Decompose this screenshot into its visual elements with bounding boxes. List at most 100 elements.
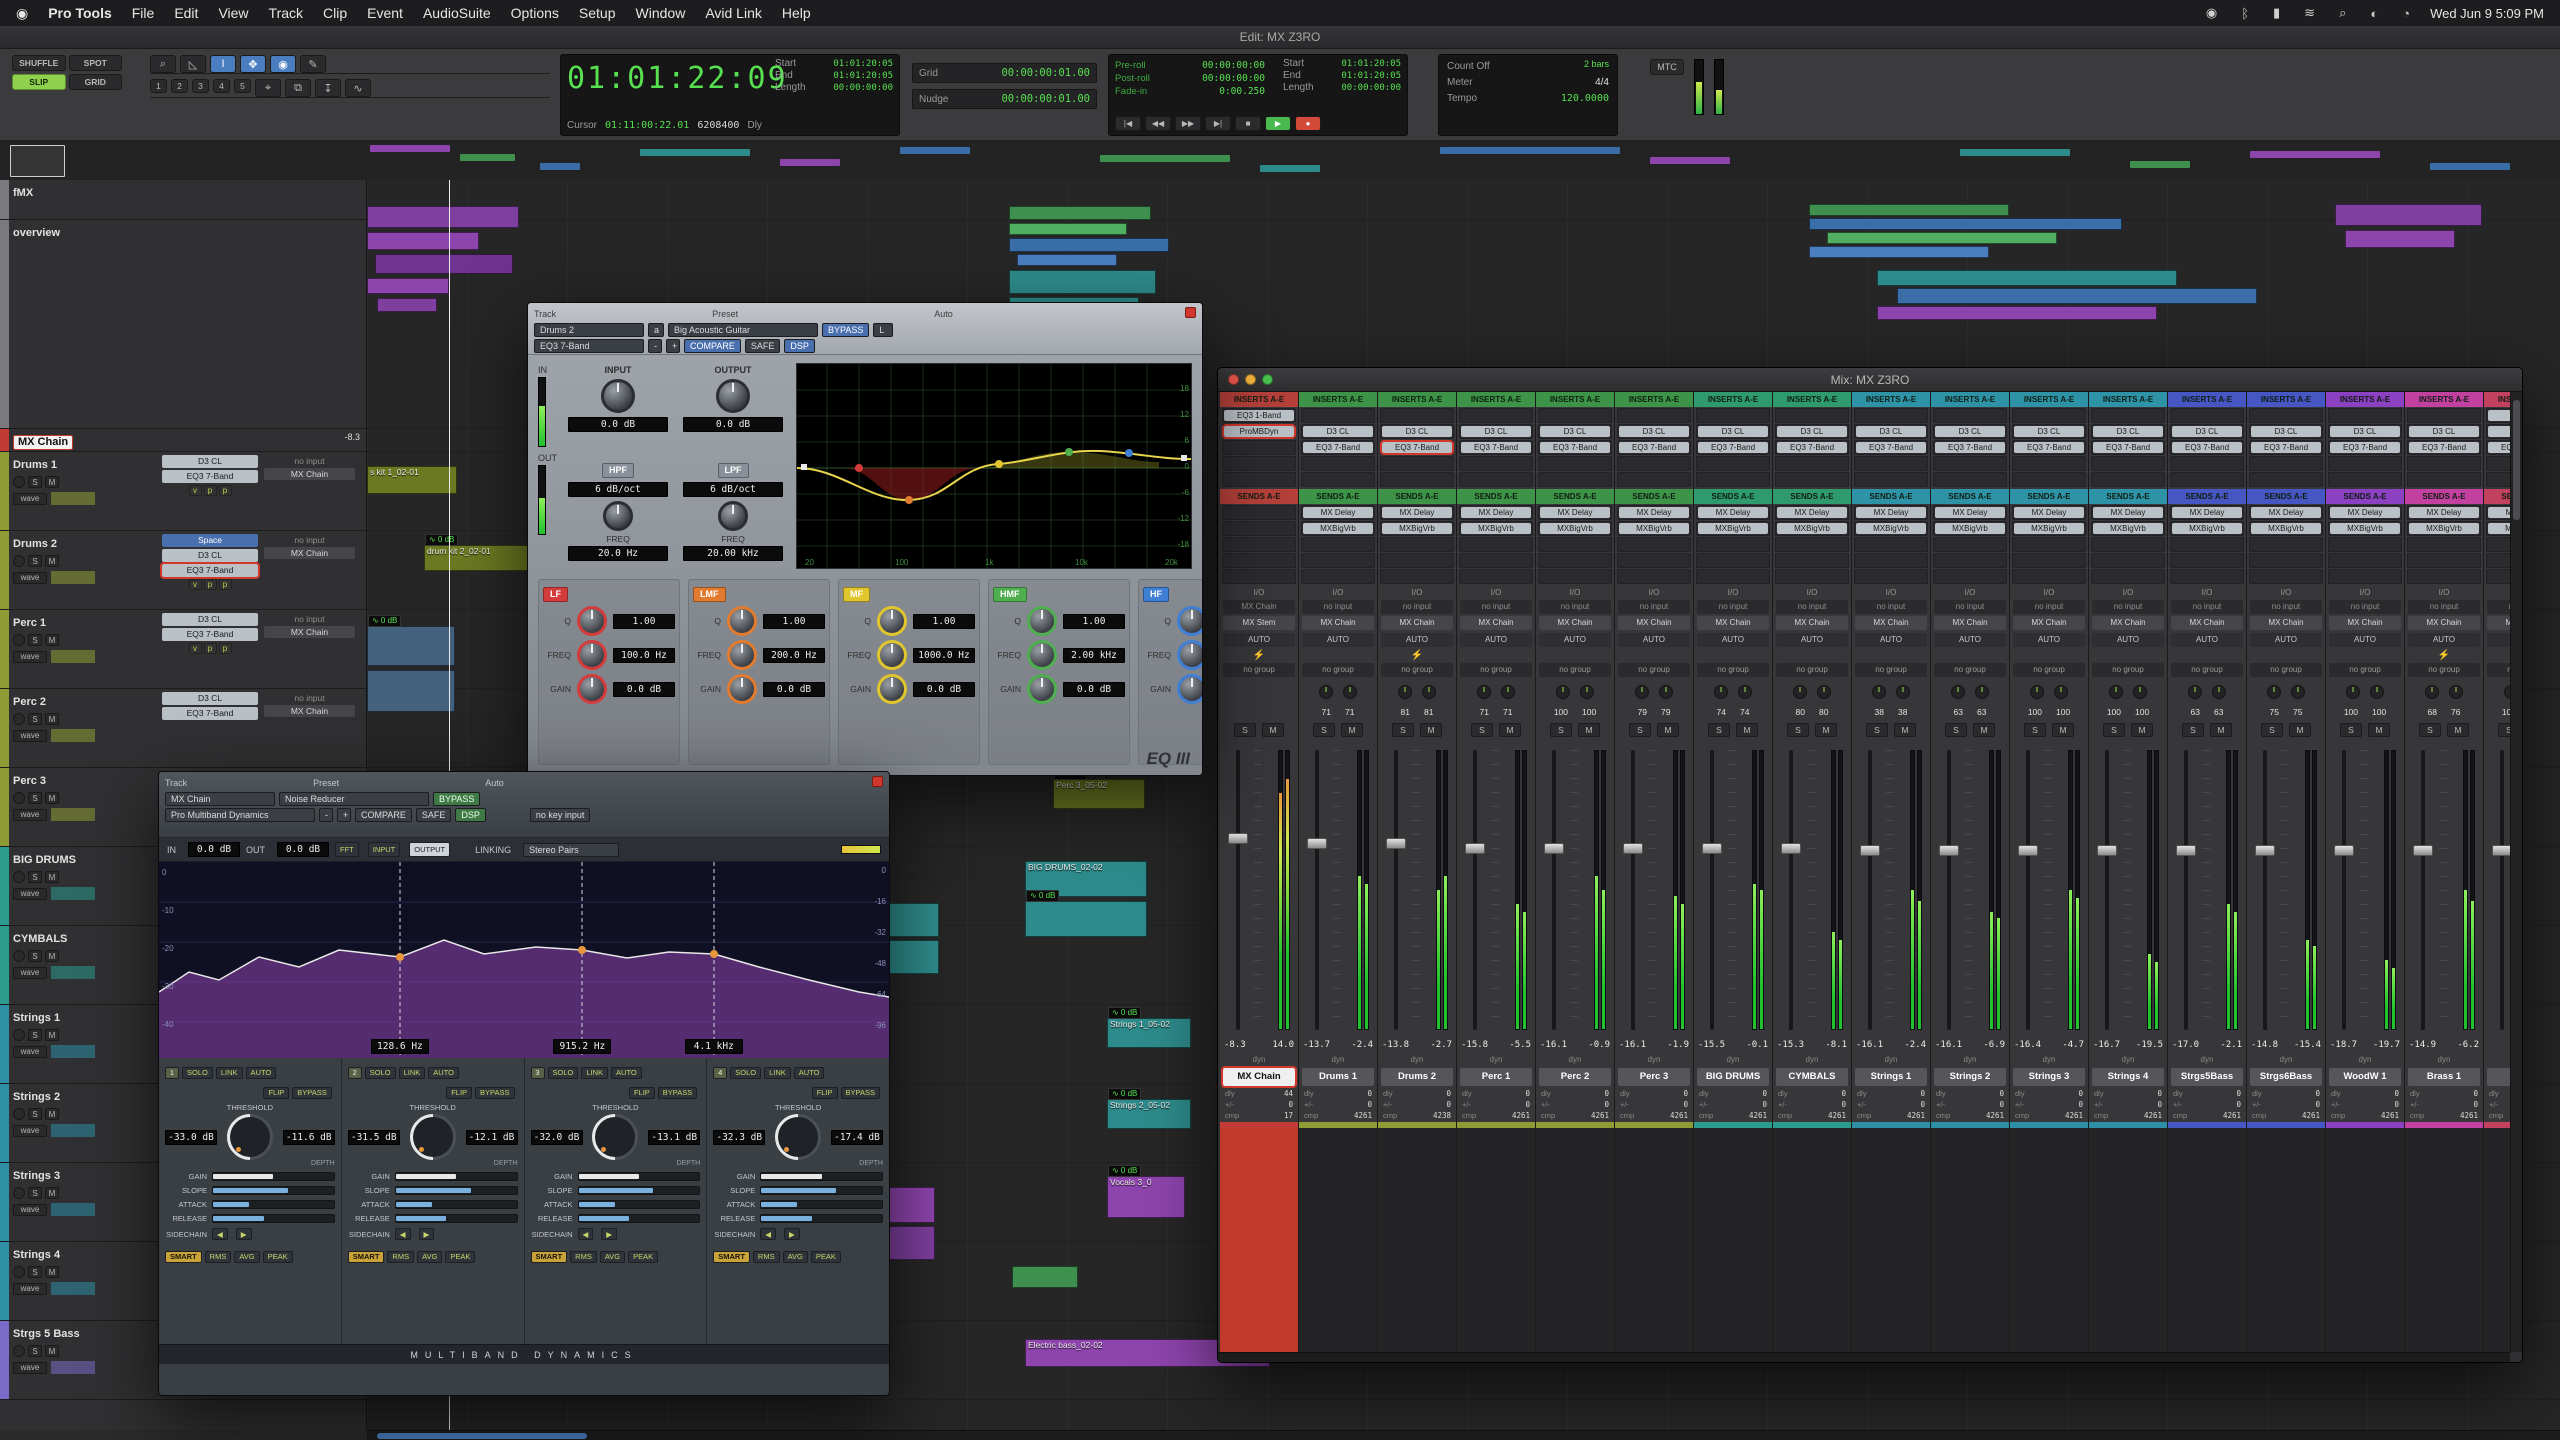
insert-d3-cl[interactable]: D3 CL: [1303, 426, 1373, 437]
insert-slot[interactable]: [2249, 456, 2323, 471]
send-mx-delay[interactable]: MX Delay: [1935, 507, 2005, 518]
insert-slot[interactable]: EQ3 1-Band: [1222, 408, 1296, 423]
count-off-label[interactable]: Count Off: [1447, 59, 1490, 75]
insert-eq3-7-band[interactable]: EQ3 7-Band: [1856, 442, 1926, 453]
track-name[interactable]: Strings 4: [13, 1249, 60, 1261]
track-name[interactable]: Perc 2: [13, 696, 46, 708]
audio-clip[interactable]: Strings 2_05-02∿ 0 dB: [1107, 1099, 1191, 1129]
pan-knob-right[interactable]: [1501, 685, 1515, 699]
preroll-value[interactable]: 00:00:00:00: [1202, 59, 1265, 72]
slope-slider[interactable]: [212, 1186, 335, 1195]
mute-button[interactable]: M: [45, 555, 59, 567]
librarian-menu[interactable]: a: [648, 323, 664, 337]
send-slot[interactable]: [1301, 569, 1375, 584]
send-slot[interactable]: [2091, 569, 2165, 584]
send-slot[interactable]: [1617, 537, 1691, 552]
close-button[interactable]: [1228, 374, 1239, 385]
send-slot[interactable]: MXBigVrb: [1538, 521, 1612, 536]
track-view-selector[interactable]: wave: [13, 888, 47, 900]
send-slot[interactable]: MX Delay: [2249, 505, 2323, 520]
insert-slot[interactable]: EQ3 7-Band: [1933, 440, 2007, 455]
automation-mode-selector[interactable]: AUTO: [1697, 633, 1769, 647]
audio-clip[interactable]: [1827, 232, 2057, 244]
group-assignment[interactable]: no group: [1618, 663, 1690, 677]
nudge-value[interactable]: 00:00:00:01.00: [1001, 93, 1090, 105]
send-mx-delay[interactable]: MX Delay: [2172, 507, 2242, 518]
fader-track[interactable]: [1315, 750, 1319, 1030]
send-slot[interactable]: [1696, 537, 1770, 552]
auto-button[interactable]: AUTO: [428, 1067, 459, 1079]
track-selector[interactable]: Drums 2: [534, 323, 644, 337]
insert-eq3-7-band[interactable]: EQ3 7-Band: [2488, 442, 2510, 453]
track-name[interactable]: fMX: [13, 187, 33, 199]
audio-clip[interactable]: [2335, 204, 2482, 226]
output-path[interactable]: MX Chain: [264, 468, 355, 480]
insert-slot[interactable]: [2012, 472, 2086, 487]
insert-eq3-7-band[interactable]: EQ3 7-Band: [2251, 442, 2321, 453]
mute-button[interactable]: M: [2368, 723, 2390, 737]
send-mxbigvrb[interactable]: MXBigVrb: [1698, 523, 1768, 534]
mute-button[interactable]: M: [45, 1029, 59, 1041]
safe-button[interactable]: SAFE: [416, 808, 452, 822]
track-view-selector[interactable]: wave: [13, 1283, 47, 1295]
insert-slot[interactable]: EQ3 7-Band: [2091, 440, 2165, 455]
fader-track[interactable]: [2342, 750, 2346, 1030]
pan-controls[interactable]: [1615, 677, 1693, 707]
audio-clip[interactable]: [1012, 1266, 1078, 1288]
insert-slot[interactable]: [1933, 456, 2007, 471]
insert-eq3-7-band[interactable]: EQ3 7-Band: [162, 628, 258, 641]
group-assignment[interactable]: no group: [2329, 663, 2401, 677]
mute-button[interactable]: M: [45, 871, 59, 883]
automation-mode-selector[interactable]: AUTO: [2329, 633, 2401, 647]
send-slot[interactable]: [2249, 537, 2323, 552]
mirrored-midi-icon[interactable]: ∿: [345, 79, 371, 97]
insert-slot[interactable]: [1933, 472, 2007, 487]
pan-controls[interactable]: [1299, 677, 1377, 707]
send-mxbigvrb[interactable]: MXBigVrb: [2172, 523, 2242, 534]
mute-button[interactable]: M: [2289, 723, 2311, 737]
channel-name-button[interactable]: Perc 3: [1618, 1068, 1690, 1086]
track-name[interactable]: Perc 3: [13, 775, 46, 787]
automation-mode-selector[interactable]: AUTO: [2408, 633, 2480, 647]
zoom-preset-4[interactable]: 4: [213, 79, 230, 93]
transport-start-value[interactable]: 01:01:20:05: [1341, 58, 1401, 70]
send-slot[interactable]: MXBigVrb: [1933, 521, 2007, 536]
comments-area[interactable]: [2405, 1128, 2483, 1352]
track-name[interactable]: MX Chain: [13, 435, 73, 450]
sidechain-next-button[interactable]: ▶: [784, 1228, 800, 1240]
automation-mode-selector[interactable]: AUTO: [1381, 633, 1453, 647]
group-assignment[interactable]: no group: [2013, 663, 2085, 677]
gain-value[interactable]: 0.0 dB: [913, 682, 975, 697]
avg-button[interactable]: AVG: [600, 1251, 625, 1263]
insert-slot[interactable]: D3 CL: [2249, 424, 2323, 439]
insert-slot[interactable]: ProMBDyn: [1222, 424, 1296, 439]
insert-slot[interactable]: D3 CL: [1617, 424, 1691, 439]
fader-track[interactable]: [2026, 750, 2030, 1030]
mute-button[interactable]: M: [1499, 723, 1521, 737]
gain-slider[interactable]: [212, 1172, 335, 1181]
freq-knob[interactable]: [1177, 640, 1203, 670]
insert-eq3-7-band[interactable]: EQ3 7-Band: [2409, 442, 2479, 453]
output-path-selector[interactable]: MX Chain: [2329, 616, 2401, 630]
release-slider[interactable]: [578, 1214, 701, 1223]
send-slot[interactable]: [1538, 569, 1612, 584]
input-path-selector[interactable]: no input: [1381, 600, 1453, 614]
gain-value[interactable]: 0.0 dB: [1063, 682, 1125, 697]
comments-area[interactable]: [2010, 1128, 2088, 1352]
menu-item-pro-tools[interactable]: Pro Tools: [48, 5, 112, 21]
record-enable-button[interactable]: [13, 1029, 25, 1041]
group-assignment[interactable]: no group: [1855, 663, 1927, 677]
insert-eq3-7-band[interactable]: EQ3 7-Band: [1777, 442, 1847, 453]
insert-slot[interactable]: EQ3 7-Band: [2012, 440, 2086, 455]
insert-slot[interactable]: D3 CL: [2170, 424, 2244, 439]
insert-slot[interactable]: D3 CL: [1854, 424, 1928, 439]
pan-controls[interactable]: [2484, 677, 2510, 707]
auto-button[interactable]: AUTO: [611, 1067, 642, 1079]
send-mxbigvrb[interactable]: MXBigVrb: [1461, 523, 1531, 534]
insert-slot[interactable]: D3 CL: [1459, 424, 1533, 439]
bypass-button[interactable]: BYPASS: [822, 323, 869, 337]
nudge-value-row[interactable]: Nudge 00:00:00:01.00: [912, 89, 1097, 109]
send-slot[interactable]: MXBigVrb: [1854, 521, 1928, 536]
gain-knob[interactable]: [877, 674, 907, 704]
q-value[interactable]: 1.00: [763, 614, 825, 629]
